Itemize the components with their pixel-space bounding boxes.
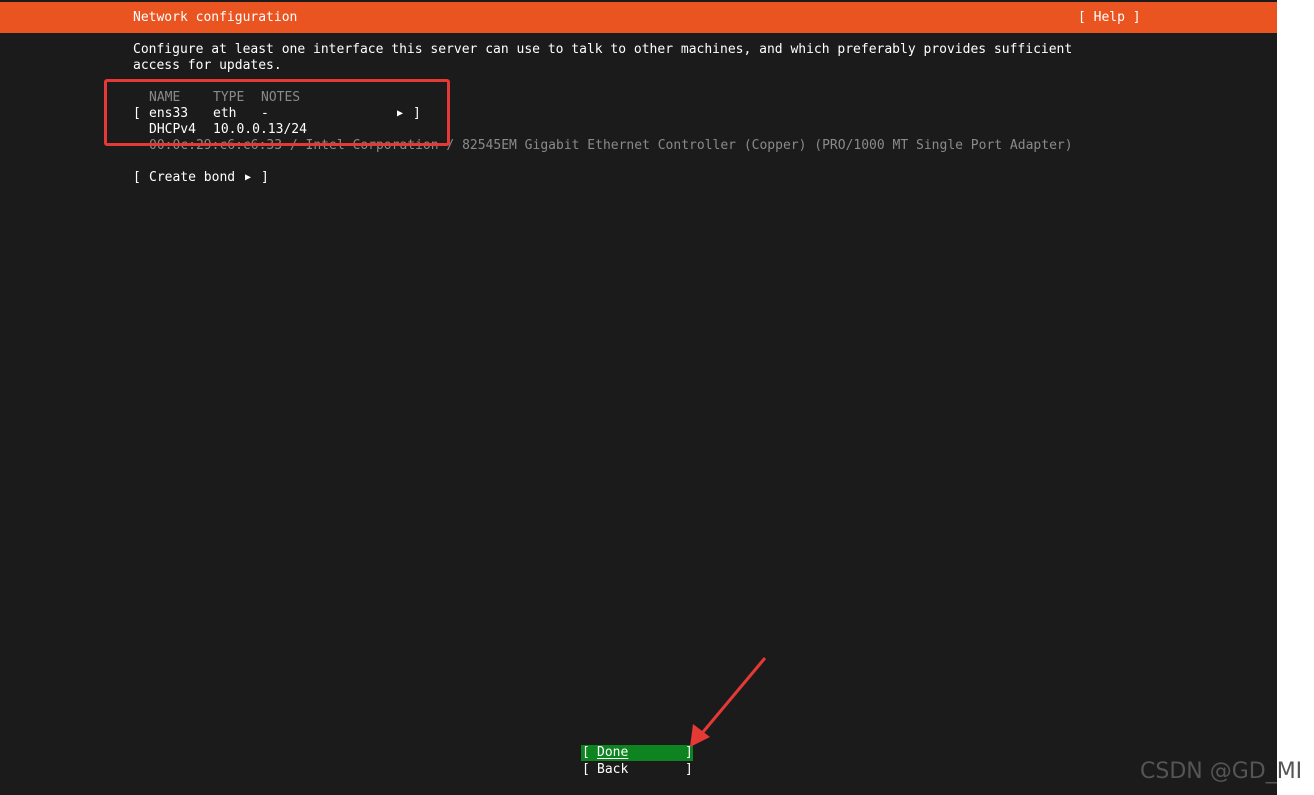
help-button[interactable]: [ Help ]	[1078, 10, 1141, 26]
back-button[interactable]: [ Back ]	[581, 762, 693, 778]
installer-screen: Network configuration [ Help ] Configure…	[0, 0, 1277, 795]
back-open-bracket: [	[582, 762, 590, 777]
create-bond-open-bracket: [	[133, 170, 141, 185]
create-bond-close-bracket: ]	[261, 170, 269, 185]
interface-notes: -	[261, 106, 269, 121]
column-header-type: TYPE	[213, 90, 245, 105]
page-title: Network configuration	[133, 10, 298, 25]
done-close-bracket: ]	[685, 745, 693, 760]
address-method: DHCPv4	[149, 122, 196, 137]
done-open-bracket: [	[582, 745, 590, 760]
right-triangle-icon: ▶	[245, 172, 252, 183]
column-header-name: NAME	[149, 90, 181, 105]
annotation-arrow-icon	[690, 657, 767, 747]
hardware-info: 00:0c:29:c6:c6:33 / Intel Corporation / …	[149, 138, 1073, 153]
interface-type: eth	[213, 106, 237, 121]
ip-address: 10.0.0.13/24	[213, 122, 307, 137]
back-close-bracket: ]	[685, 762, 693, 777]
intro-text-line-1: Configure at least one interface this se…	[133, 42, 1073, 57]
watermark: CSDN @GD_MI	[1140, 759, 1303, 784]
row-close-bracket: ]	[413, 106, 421, 121]
right-triangle-icon[interactable]: ▶	[397, 106, 403, 122]
column-header-notes: NOTES	[261, 90, 301, 105]
back-label: Back	[597, 762, 629, 777]
intro-text-line-2: access for updates.	[133, 58, 282, 73]
done-label: Done	[597, 745, 629, 760]
header-bar: Network configuration [ Help ]	[0, 2, 1277, 33]
row-open-bracket: [	[133, 106, 141, 121]
interface-name: ens33	[149, 106, 189, 121]
done-button[interactable]: [ Done ]	[581, 745, 693, 761]
create-bond-label: Create bond	[149, 170, 236, 185]
